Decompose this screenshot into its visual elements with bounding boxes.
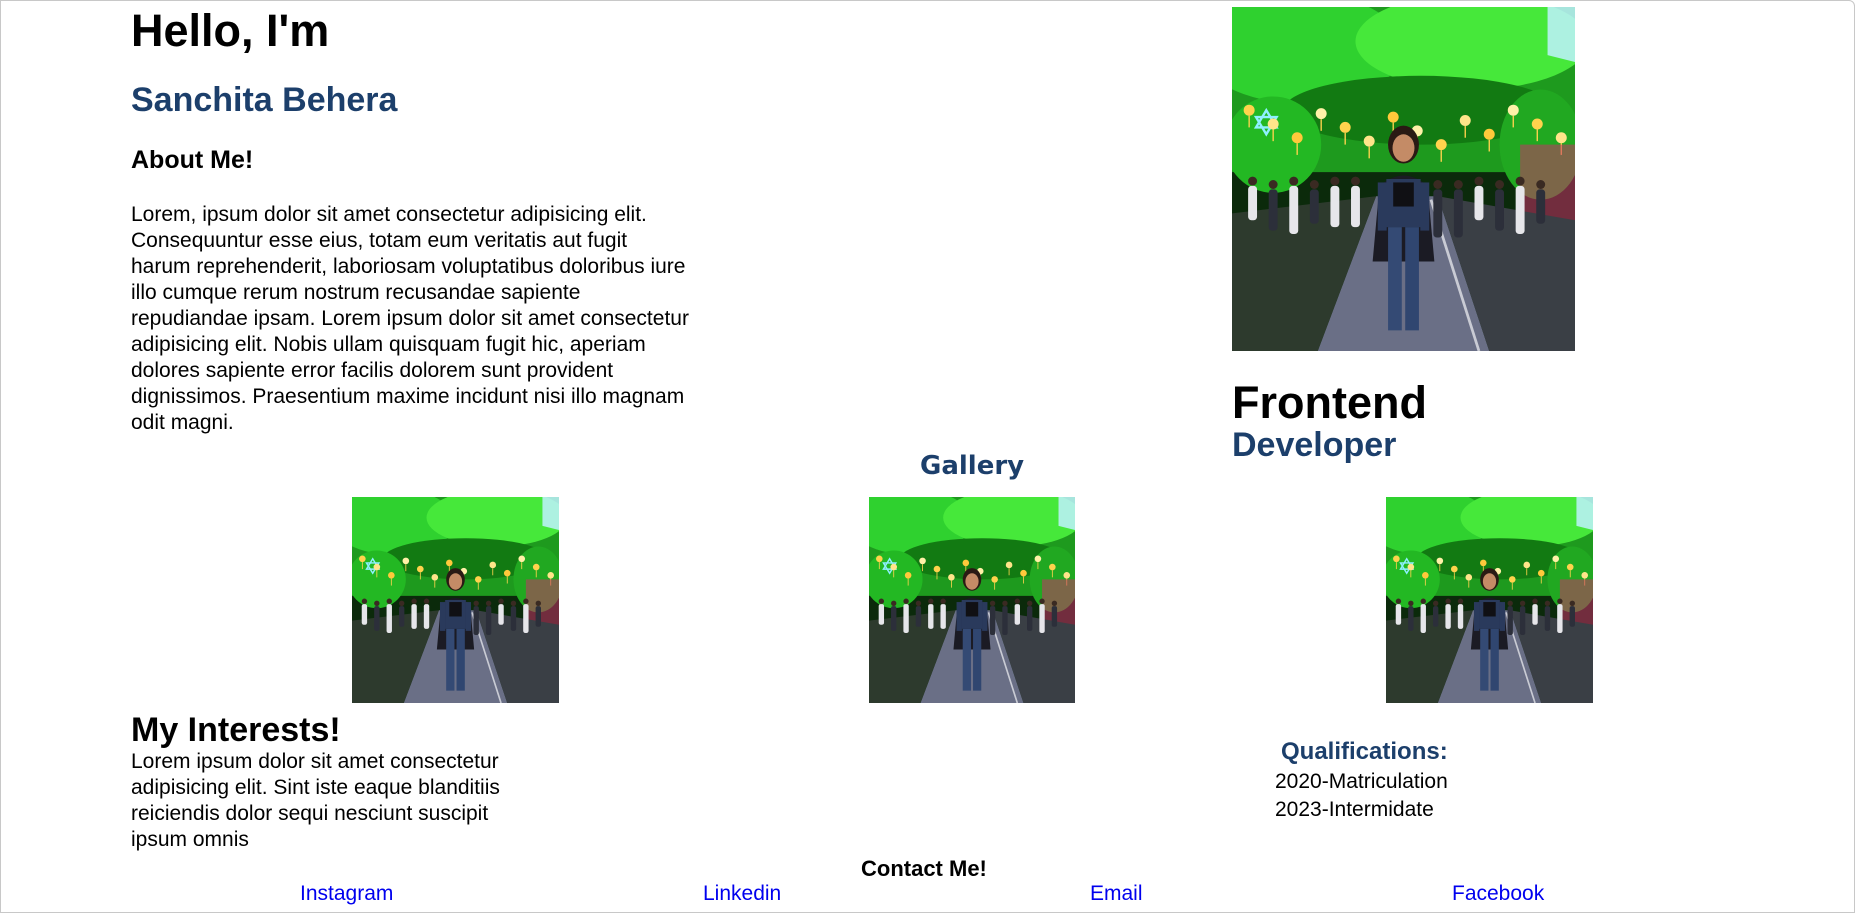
about-heading: About Me!: [131, 146, 254, 174]
gallery-heading: Gallery: [920, 451, 1025, 481]
gallery-photo-1: [352, 497, 559, 703]
qualification-item: 2020-Matriculation: [1275, 770, 1448, 793]
gallery-photo-3: [1386, 497, 1593, 703]
gallery-photo-2: [869, 497, 1075, 703]
instagram-link[interactable]: Instagram: [300, 881, 393, 906]
profile-photo: [1232, 7, 1575, 351]
role-line-1: Frontend: [1232, 377, 1427, 428]
qualification-item: 2023-Intermidate: [1275, 798, 1434, 821]
qualifications-heading: Qualifications:: [1281, 738, 1448, 765]
qualifications-list: 2020-Matriculation 2023-Intermidate: [1275, 768, 1448, 824]
email-link[interactable]: Email: [1090, 881, 1143, 906]
facebook-link[interactable]: Facebook: [1452, 881, 1544, 906]
contact-heading: Contact Me!: [861, 856, 987, 881]
role-line-2: Developer: [1232, 426, 1397, 464]
name-heading: Sanchita Behera: [131, 81, 398, 119]
about-text: Lorem, ipsum dolor sit amet consectetur …: [131, 203, 689, 434]
linkedin-link[interactable]: Linkedin: [703, 881, 781, 906]
interests-heading: My Interests!: [131, 711, 341, 749]
greeting-heading: Hello, I'm: [131, 5, 330, 56]
interests-text: Lorem ipsum dolor sit amet consectetur a…: [131, 750, 500, 851]
